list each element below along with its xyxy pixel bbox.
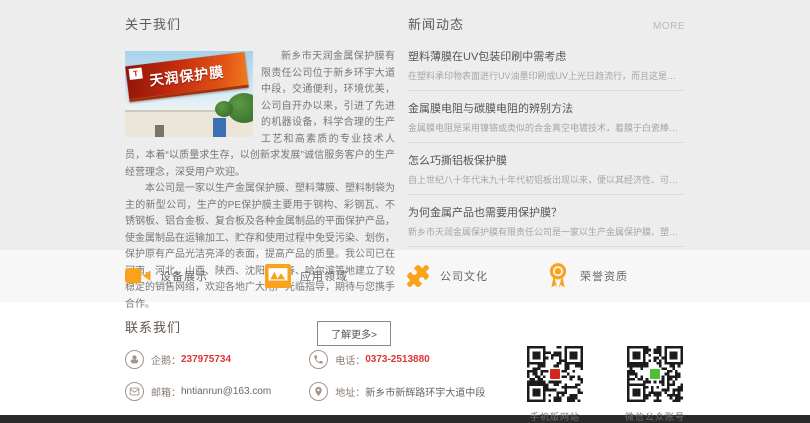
news-item[interactable]: 金属膜电阻与碳膜电阻的辨别方法 金属膜电阻是采用镍铬或类似的合金真空电镀技术，着… xyxy=(408,91,685,143)
news-item-summary: 自上世纪八十年代末九十年代初铝板出现以来，便以其经济性、可选色彩的多样性 xyxy=(408,173,685,186)
news-item[interactable]: 怎么巧撕铝板保护膜 自上世纪八十年代末九十年代初铝板出现以来，便以其经济性、可选… xyxy=(408,143,685,195)
video-camera-icon xyxy=(125,263,151,289)
billboard-text: 天润保护膜 xyxy=(148,61,225,90)
learn-more-button[interactable]: 了解更多> xyxy=(317,321,391,346)
feature-label: 应用领域 xyxy=(300,268,348,284)
qr-label: 手机版网站 xyxy=(530,410,580,423)
tree-graphic xyxy=(215,101,233,117)
feature-label: 公司文化 xyxy=(440,268,488,284)
news-item-summary: 在塑料承印物表面进行UV油墨印刷或UV上光日趋流行，而且这是项具有挑战性的工作 xyxy=(408,69,685,82)
medal-icon xyxy=(545,263,571,289)
news-list: 塑料薄膜在UV包装印刷中需考虑 在塑料承印物表面进行UV油墨印刷或UV上光日趋流… xyxy=(408,39,685,247)
contact-qq-row: 企鹅： 237975734 xyxy=(125,350,271,369)
news-title: 新闻动态 xyxy=(408,14,464,33)
feature-item-culture[interactable]: 公司文化 xyxy=(405,263,545,289)
news-item-title[interactable]: 塑料薄膜在UV包装印刷中需考虑 xyxy=(408,48,685,64)
qr-label: 微信公众账号 xyxy=(625,410,685,423)
photo-icon xyxy=(265,263,291,289)
billboard-logo: T xyxy=(129,67,143,80)
billboard-graphic: T 天润保护膜 xyxy=(125,52,248,102)
qr-area: 手机版网站 微信公众账号 xyxy=(527,346,685,423)
news-item-title[interactable]: 金属膜电阻与碳膜电阻的辨别方法 xyxy=(408,100,685,116)
email-label: 邮箱： xyxy=(151,384,181,399)
phone-value: 0373-2513880 xyxy=(365,354,430,365)
feature-label: 设备展示 xyxy=(160,268,208,284)
feature-item-applications[interactable]: 应用领域 xyxy=(265,263,405,289)
qq-penguin-icon xyxy=(125,350,144,369)
phone-icon xyxy=(309,350,328,369)
wechat-qr-code xyxy=(627,346,683,402)
feature-item-equipment[interactable]: 设备展示 xyxy=(125,263,265,289)
location-pin-icon xyxy=(309,382,328,401)
contact-address-row: 地址： 新乡市新辉路环宇大道中段 xyxy=(309,382,485,401)
news-item-summary: 新乡市天润金属保护膜有限责任公司是一家以生产金属保护膜、塑料薄膜 xyxy=(408,225,685,238)
puzzle-icon xyxy=(405,263,431,289)
company-photo: T 天润保护膜 xyxy=(125,51,253,137)
contact-email-row: 邮箱： hntianrun@163.com xyxy=(125,382,271,401)
news-item[interactable]: 塑料薄膜在UV包装印刷中需考虑 在塑料承印物表面进行UV油墨印刷或UV上光日趋流… xyxy=(408,39,685,91)
top-section: 关于我们 T 天润保护膜 新乡市天润金属保护膜有限责任公司位于新乡环宇大道中段，… xyxy=(0,0,810,250)
email-value: hntianrun@163.com xyxy=(181,386,271,397)
email-icon xyxy=(125,382,144,401)
about-title: 关于我们 xyxy=(125,14,395,33)
news-item-title[interactable]: 怎么巧撕铝板保护膜 xyxy=(408,152,685,168)
news-section: 新闻动态 MORE 塑料薄膜在UV包装印刷中需考虑 在塑料承印物表面进行UV油墨… xyxy=(408,14,685,346)
feature-band: 设备展示 应用领域 公司文化 荣誉资质 xyxy=(0,250,810,302)
news-item-title[interactable]: 为何金属产品也需要用保护膜？ xyxy=(408,204,685,220)
phone-label: 电话： xyxy=(335,352,365,367)
address-label: 地址： xyxy=(335,384,365,399)
address-value: 新乡市新辉路环宇大道中段 xyxy=(365,384,485,399)
qr-block-wechat: 微信公众账号 xyxy=(625,346,685,423)
about-section: 关于我们 T 天润保护膜 新乡市天润金属保护膜有限责任公司位于新乡环宇大道中段，… xyxy=(125,14,395,346)
news-more-link[interactable]: MORE xyxy=(653,21,685,32)
qr-block-mobile-site: 手机版网站 xyxy=(527,346,583,423)
mobile-site-qr-code xyxy=(527,346,583,402)
contact-phone-row: 电话： 0373-2513880 xyxy=(309,350,485,369)
news-item-summary: 金属膜电阻是采用镍铬或类似的合金真空电镀技术，着膜于白瓷棒表面，经过切割调试阻值 xyxy=(408,121,685,134)
qq-value: 237975734 xyxy=(181,354,231,365)
contact-section: 联系我们 企鹅： 237975734 邮箱： xyxy=(0,302,810,415)
news-item[interactable]: 为何金属产品也需要用保护膜？ 新乡市天润金属保护膜有限责任公司是一家以生产金属保… xyxy=(408,195,685,247)
about-paragraph-2: 本公司是一家以生产金属保护膜、塑料薄膜、塑料制袋为主的新型公司，生产的PE保护膜… xyxy=(125,181,395,313)
feature-label: 荣誉资质 xyxy=(580,268,628,284)
qq-label: 企鹅： xyxy=(151,352,181,367)
feature-item-honors[interactable]: 荣誉资质 xyxy=(545,263,685,289)
